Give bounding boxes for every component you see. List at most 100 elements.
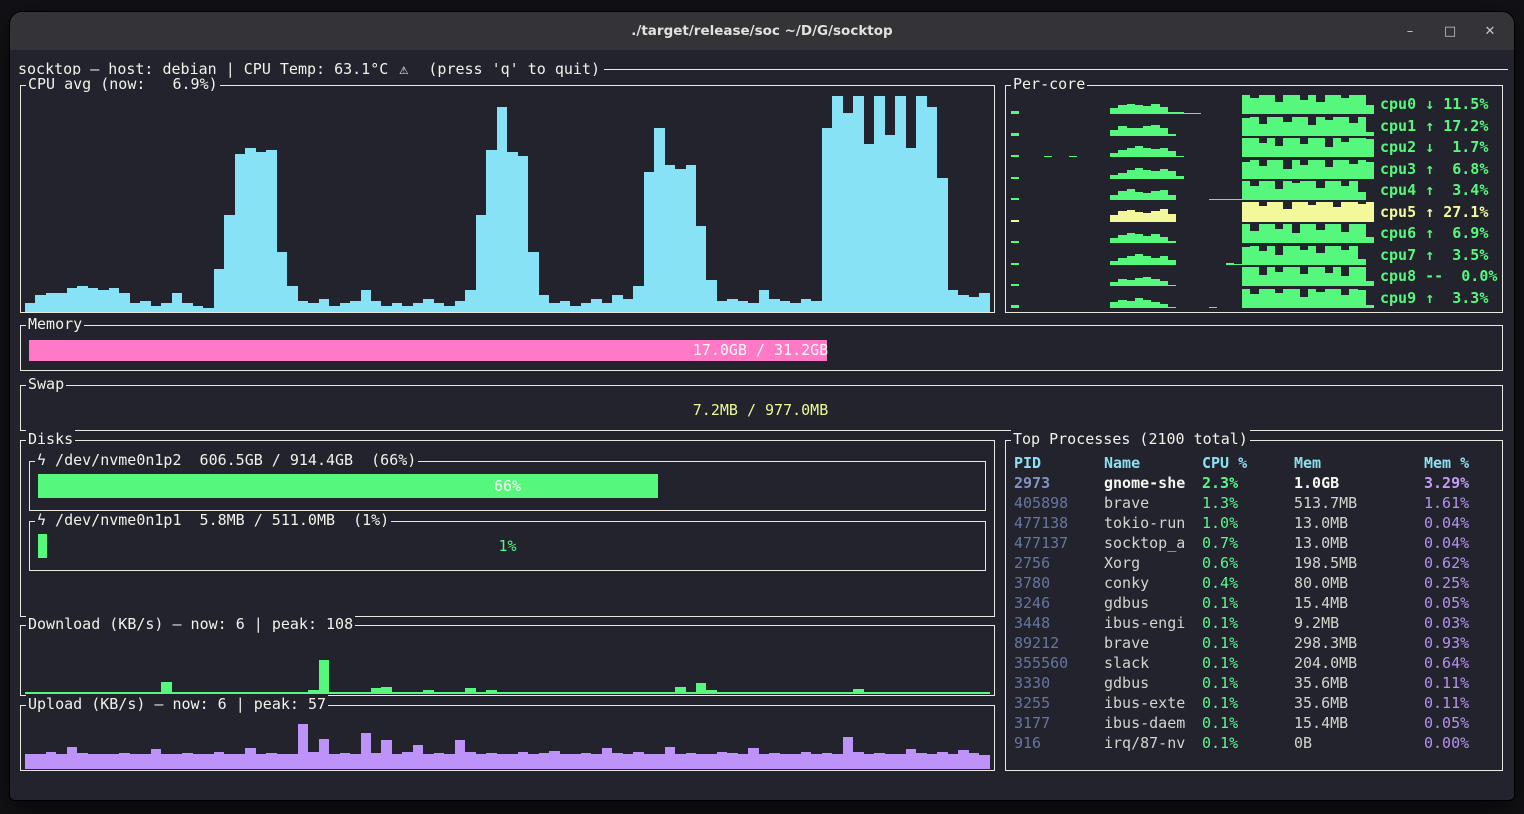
spark-bar bbox=[224, 215, 234, 312]
core-row: cpu7 ↑ 3.5% bbox=[1011, 245, 1498, 265]
spark-bar bbox=[895, 754, 905, 769]
spark-bar bbox=[633, 752, 643, 769]
spark-bar bbox=[1283, 224, 1291, 243]
spark-bar bbox=[1349, 289, 1357, 308]
spark-bar bbox=[1110, 302, 1118, 308]
table-cell: brave bbox=[1104, 633, 1202, 653]
header-rule bbox=[604, 69, 1508, 70]
spark-bar bbox=[1358, 290, 1366, 308]
spark-bar bbox=[948, 754, 958, 769]
spark-bar bbox=[1341, 202, 1349, 222]
spark-bar bbox=[706, 280, 716, 312]
core-row: cpu6 ↑ 6.9% bbox=[1011, 223, 1498, 243]
core-sparkline bbox=[1011, 137, 1374, 157]
table-cell: 3246 bbox=[1014, 593, 1104, 613]
spark-bar bbox=[287, 754, 297, 769]
spark-bar bbox=[1366, 281, 1374, 286]
spark-bar bbox=[486, 150, 496, 312]
spark-bar bbox=[1349, 246, 1357, 265]
table-row: 405898brave1.3%513.7MB1.61% bbox=[1014, 493, 1498, 513]
spark-bar bbox=[717, 752, 727, 769]
spark-bar bbox=[486, 690, 496, 694]
spark-bar bbox=[1341, 276, 1349, 286]
disk0-gauge: 66% 66% bbox=[38, 474, 977, 498]
cpu-avg-title: CPU avg (now: 6.9%) bbox=[26, 75, 220, 93]
spark-bar bbox=[832, 96, 842, 312]
spark-bar bbox=[77, 753, 87, 769]
spark-bar bbox=[686, 692, 696, 694]
disk1-gauge-label-under: 1% bbox=[38, 534, 977, 558]
table-cell: brave bbox=[1104, 493, 1202, 513]
table-row: 355560slack0.1%204.0MB0.64% bbox=[1014, 653, 1498, 673]
spark-bar bbox=[1316, 160, 1324, 179]
close-icon[interactable]: ✕ bbox=[1482, 24, 1498, 39]
spark-bar bbox=[801, 692, 811, 694]
spark-bar bbox=[224, 692, 234, 694]
spark-bar bbox=[1127, 128, 1135, 136]
spark-bar bbox=[916, 753, 926, 769]
spark-bar bbox=[843, 692, 853, 694]
table-cell: 0.11% bbox=[1424, 693, 1498, 713]
spark-bar bbox=[623, 692, 633, 694]
spark-bar bbox=[245, 148, 255, 312]
spark-bar bbox=[916, 96, 926, 312]
spark-bar bbox=[748, 303, 758, 312]
spark-bar bbox=[570, 306, 580, 312]
maximize-icon[interactable]: □ bbox=[1442, 24, 1458, 39]
table-cell: 0.93% bbox=[1424, 633, 1498, 653]
minimize-icon[interactable]: – bbox=[1402, 24, 1418, 39]
spark-bar bbox=[245, 748, 255, 769]
table-cell: 0.05% bbox=[1424, 713, 1498, 733]
spark-bar bbox=[570, 692, 580, 694]
disks-panel: Disks ϟ /dev/nvme0n1p2 606.5GB / 914.4GB… bbox=[20, 440, 995, 617]
spark-bar bbox=[518, 692, 528, 694]
spark-bar bbox=[581, 692, 591, 694]
spark-bar bbox=[1366, 202, 1374, 222]
window-titlebar[interactable]: ./target/release/soc ~/D/G/socktop – □ ✕ bbox=[10, 12, 1514, 50]
spark-bar bbox=[25, 303, 35, 312]
core-row: cpu8 -- 0.0% bbox=[1011, 266, 1498, 286]
spark-bar bbox=[528, 754, 538, 769]
spark-bar bbox=[979, 692, 989, 694]
spark-bar bbox=[1349, 95, 1357, 114]
spark-bar bbox=[497, 754, 507, 769]
spark-bar bbox=[780, 692, 790, 694]
spark-bar bbox=[455, 301, 465, 312]
spark-bar bbox=[1366, 237, 1374, 243]
spark-bar bbox=[67, 692, 77, 694]
table-cell: 0.64% bbox=[1424, 653, 1498, 673]
spark-bar bbox=[1143, 236, 1151, 243]
spark-bar bbox=[235, 692, 245, 694]
spark-bar bbox=[1176, 156, 1184, 158]
table-cell: gnome-she bbox=[1104, 473, 1202, 493]
processes-panel: Top Processes (2100 total) PIDNameCPU %M… bbox=[1005, 440, 1503, 771]
spark-bar bbox=[298, 692, 308, 694]
spark-bar bbox=[1250, 160, 1258, 179]
upload-title: Upload (KB/s) — now: 6 | peak: 57 bbox=[26, 695, 328, 713]
spark-bar bbox=[1168, 171, 1176, 178]
spark-bar bbox=[1358, 259, 1366, 265]
spark-bar bbox=[1160, 128, 1168, 135]
spark-bar bbox=[1283, 289, 1291, 308]
spark-bar bbox=[1143, 213, 1151, 221]
spark-bar bbox=[1349, 202, 1357, 222]
spark-bar bbox=[340, 692, 350, 694]
spark-bar bbox=[602, 692, 612, 694]
spark-bar bbox=[1234, 264, 1242, 265]
spark-bar bbox=[1168, 260, 1176, 265]
spark-bar bbox=[1333, 138, 1341, 157]
spark-bar bbox=[1118, 105, 1126, 114]
spark-bar bbox=[832, 692, 842, 694]
spark-bar bbox=[1300, 250, 1308, 264]
spark-bar bbox=[130, 303, 140, 312]
spark-bar bbox=[1333, 246, 1341, 265]
spark-bar bbox=[1292, 246, 1300, 265]
spark-bar bbox=[77, 692, 87, 694]
spark-bar bbox=[1300, 181, 1308, 200]
spark-bar bbox=[675, 169, 685, 312]
table-cell: 477138 bbox=[1014, 513, 1104, 533]
spark-bar bbox=[340, 303, 350, 312]
spark-bar bbox=[612, 692, 622, 694]
spark-bar bbox=[88, 754, 98, 769]
spark-bar bbox=[329, 754, 339, 769]
